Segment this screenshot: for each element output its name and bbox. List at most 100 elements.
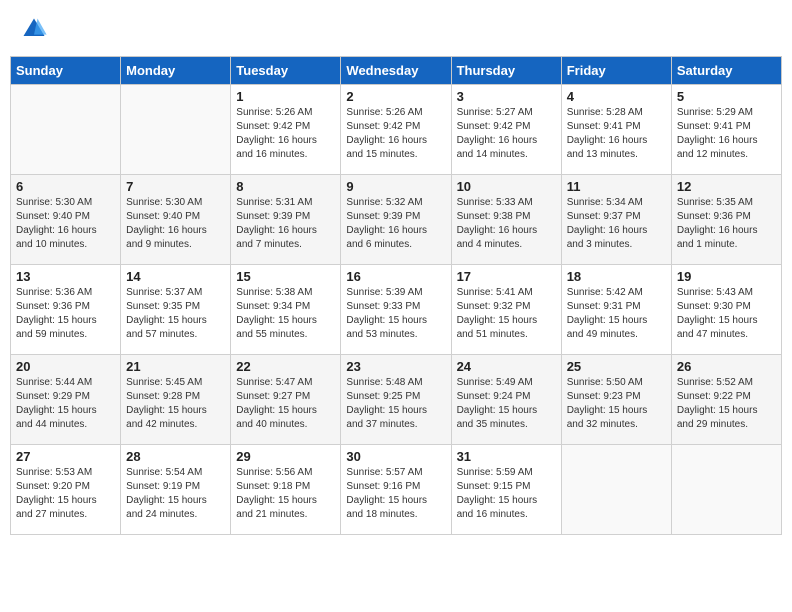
calendar-cell: 22 Sunrise: 5:47 AM Sunset: 9:27 PM Dayli… (231, 355, 341, 445)
calendar-cell: 14 Sunrise: 5:37 AM Sunset: 9:35 PM Dayli… (121, 265, 231, 355)
day-info: Sunrise: 5:48 AM Sunset: 9:25 PM Dayligh… (346, 376, 445, 432)
calendar-cell: 29 Sunrise: 5:56 AM Sunset: 9:18 PM Dayli… (231, 445, 341, 535)
day-info: Sunrise: 5:47 AM Sunset: 9:27 PM Dayligh… (236, 376, 335, 432)
day-number: 31 (457, 449, 556, 464)
day-number: 27 (16, 449, 115, 464)
day-number: 20 (16, 359, 115, 374)
calendar-cell (561, 445, 671, 535)
day-header-wednesday: Wednesday (341, 57, 451, 85)
calendar-cell: 18Sunrise: 5:42 AM Sunset: 9:31 PM Dayli… (561, 265, 671, 355)
day-info: Sunrise: 5:30 AM Sunset: 9:40 PM Dayligh… (126, 196, 225, 252)
calendar-header-row: SundayMondayTuesdayWednesdayThursdayFrid… (11, 57, 782, 85)
calendar-cell: 26 Sunrise: 5:52 AM Sunset: 9:22 PM Dayli… (671, 355, 781, 445)
day-info: Sunrise: 5:26 AM Sunset: 9:42 PM Dayligh… (346, 106, 445, 162)
day-number: 6 (16, 179, 115, 194)
calendar-week-1: 1 Sunrise: 5:26 AM Sunset: 9:42 PM Daylig… (11, 85, 782, 175)
day-info: Sunrise: 5:53 AM Sunset: 9:20 PM Dayligh… (16, 466, 115, 522)
calendar-cell: 2Sunrise: 5:26 AM Sunset: 9:42 PM Daylig… (341, 85, 451, 175)
calendar-cell: 20 Sunrise: 5:44 AM Sunset: 9:29 PM Dayli… (11, 355, 121, 445)
day-number: 1 (236, 89, 335, 104)
day-number: 23 (346, 359, 445, 374)
day-number: 15 (236, 269, 335, 284)
day-number: 30 (346, 449, 445, 464)
day-info: Sunrise: 5:36 AM Sunset: 9:36 PM Dayligh… (16, 286, 115, 342)
day-number: 10 (457, 179, 556, 194)
calendar-cell: 23 Sunrise: 5:48 AM Sunset: 9:25 PM Dayli… (341, 355, 451, 445)
day-info: Sunrise: 5:33 AM Sunset: 9:38 PM Dayligh… (457, 196, 556, 252)
day-number: 29 (236, 449, 335, 464)
day-number: 4 (567, 89, 666, 104)
day-info: Sunrise: 5:34 AM Sunset: 9:37 PM Dayligh… (567, 196, 666, 252)
day-number: 28 (126, 449, 225, 464)
calendar-cell: 16Sunrise: 5:39 AM Sunset: 9:33 PM Dayli… (341, 265, 451, 355)
logo-icon (20, 15, 48, 43)
calendar-cell: 9Sunrise: 5:32 AM Sunset: 9:39 PM Daylig… (341, 175, 451, 265)
day-number: 7 (126, 179, 225, 194)
calendar-cell: 30 Sunrise: 5:57 AM Sunset: 9:16 PM Dayli… (341, 445, 451, 535)
day-header-monday: Monday (121, 57, 231, 85)
calendar-body: 1 Sunrise: 5:26 AM Sunset: 9:42 PM Daylig… (11, 85, 782, 535)
calendar-week-3: 13 Sunrise: 5:36 AM Sunset: 9:36 PM Dayli… (11, 265, 782, 355)
calendar-cell: 10 Sunrise: 5:33 AM Sunset: 9:38 PM Dayli… (451, 175, 561, 265)
calendar-cell (671, 445, 781, 535)
calendar-cell: 19 Sunrise: 5:43 AM Sunset: 9:30 PM Dayli… (671, 265, 781, 355)
day-number: 5 (677, 89, 776, 104)
day-header-sunday: Sunday (11, 57, 121, 85)
day-number: 8 (236, 179, 335, 194)
calendar-week-5: 27 Sunrise: 5:53 AM Sunset: 9:20 PM Dayli… (11, 445, 782, 535)
calendar-cell (11, 85, 121, 175)
day-number: 11 (567, 179, 666, 194)
calendar-cell: 1Sunrise: 5:26 AM Sunset: 9:42 PM Daylig… (231, 85, 341, 175)
day-info: Sunrise: 5:39 AM Sunset: 9:33 PM Dayligh… (346, 286, 445, 342)
calendar-cell: 4 Sunrise: 5:28 AM Sunset: 9:41 PM Daylig… (561, 85, 671, 175)
calendar-cell: 13 Sunrise: 5:36 AM Sunset: 9:36 PM Dayli… (11, 265, 121, 355)
calendar-cell: 3Sunrise: 5:27 AM Sunset: 9:42 PM Daylig… (451, 85, 561, 175)
day-info: Sunrise: 5:52 AM Sunset: 9:22 PM Dayligh… (677, 376, 776, 432)
day-number: 18 (567, 269, 666, 284)
calendar-cell: 17 Sunrise: 5:41 AM Sunset: 9:32 PM Dayli… (451, 265, 561, 355)
day-number: 14 (126, 269, 225, 284)
day-info: Sunrise: 5:35 AM Sunset: 9:36 PM Dayligh… (677, 196, 776, 252)
day-number: 22 (236, 359, 335, 374)
calendar-cell: 8 Sunrise: 5:31 AM Sunset: 9:39 PM Daylig… (231, 175, 341, 265)
day-number: 9 (346, 179, 445, 194)
day-number: 25 (567, 359, 666, 374)
day-info: Sunrise: 5:31 AM Sunset: 9:39 PM Dayligh… (236, 196, 335, 252)
day-info: Sunrise: 5:59 AM Sunset: 9:15 PM Dayligh… (457, 466, 556, 522)
day-header-thursday: Thursday (451, 57, 561, 85)
day-info: Sunrise: 5:41 AM Sunset: 9:32 PM Dayligh… (457, 286, 556, 342)
calendar-cell: 15Sunrise: 5:38 AM Sunset: 9:34 PM Dayli… (231, 265, 341, 355)
page-header (10, 10, 782, 48)
calendar-cell: 5 Sunrise: 5:29 AM Sunset: 9:41 PM Daylig… (671, 85, 781, 175)
day-number: 26 (677, 359, 776, 374)
calendar-cell: 21 Sunrise: 5:45 AM Sunset: 9:28 PM Dayli… (121, 355, 231, 445)
calendar-cell: 25 Sunrise: 5:50 AM Sunset: 9:23 PM Dayli… (561, 355, 671, 445)
calendar-cell: 28 Sunrise: 5:54 AM Sunset: 9:19 PM Dayli… (121, 445, 231, 535)
day-info: Sunrise: 5:37 AM Sunset: 9:35 PM Dayligh… (126, 286, 225, 342)
day-header-tuesday: Tuesday (231, 57, 341, 85)
calendar-table: SundayMondayTuesdayWednesdayThursdayFrid… (10, 56, 782, 535)
day-info: Sunrise: 5:28 AM Sunset: 9:41 PM Dayligh… (567, 106, 666, 162)
day-info: Sunrise: 5:54 AM Sunset: 9:19 PM Dayligh… (126, 466, 225, 522)
calendar-cell (121, 85, 231, 175)
day-info: Sunrise: 5:45 AM Sunset: 9:28 PM Dayligh… (126, 376, 225, 432)
day-number: 17 (457, 269, 556, 284)
day-info: Sunrise: 5:56 AM Sunset: 9:18 PM Dayligh… (236, 466, 335, 522)
day-info: Sunrise: 5:57 AM Sunset: 9:16 PM Dayligh… (346, 466, 445, 522)
day-number: 21 (126, 359, 225, 374)
logo (20, 15, 52, 43)
day-number: 3 (457, 89, 556, 104)
day-header-friday: Friday (561, 57, 671, 85)
day-info: Sunrise: 5:44 AM Sunset: 9:29 PM Dayligh… (16, 376, 115, 432)
day-number: 19 (677, 269, 776, 284)
day-info: Sunrise: 5:30 AM Sunset: 9:40 PM Dayligh… (16, 196, 115, 252)
day-info: Sunrise: 5:49 AM Sunset: 9:24 PM Dayligh… (457, 376, 556, 432)
day-number: 13 (16, 269, 115, 284)
day-info: Sunrise: 5:29 AM Sunset: 9:41 PM Dayligh… (677, 106, 776, 162)
day-info: Sunrise: 5:43 AM Sunset: 9:30 PM Dayligh… (677, 286, 776, 342)
calendar-cell: 7 Sunrise: 5:30 AM Sunset: 9:40 PM Daylig… (121, 175, 231, 265)
day-info: Sunrise: 5:50 AM Sunset: 9:23 PM Dayligh… (567, 376, 666, 432)
day-header-saturday: Saturday (671, 57, 781, 85)
calendar-cell: 27 Sunrise: 5:53 AM Sunset: 9:20 PM Dayli… (11, 445, 121, 535)
calendar-cell: 12Sunrise: 5:35 AM Sunset: 9:36 PM Dayli… (671, 175, 781, 265)
